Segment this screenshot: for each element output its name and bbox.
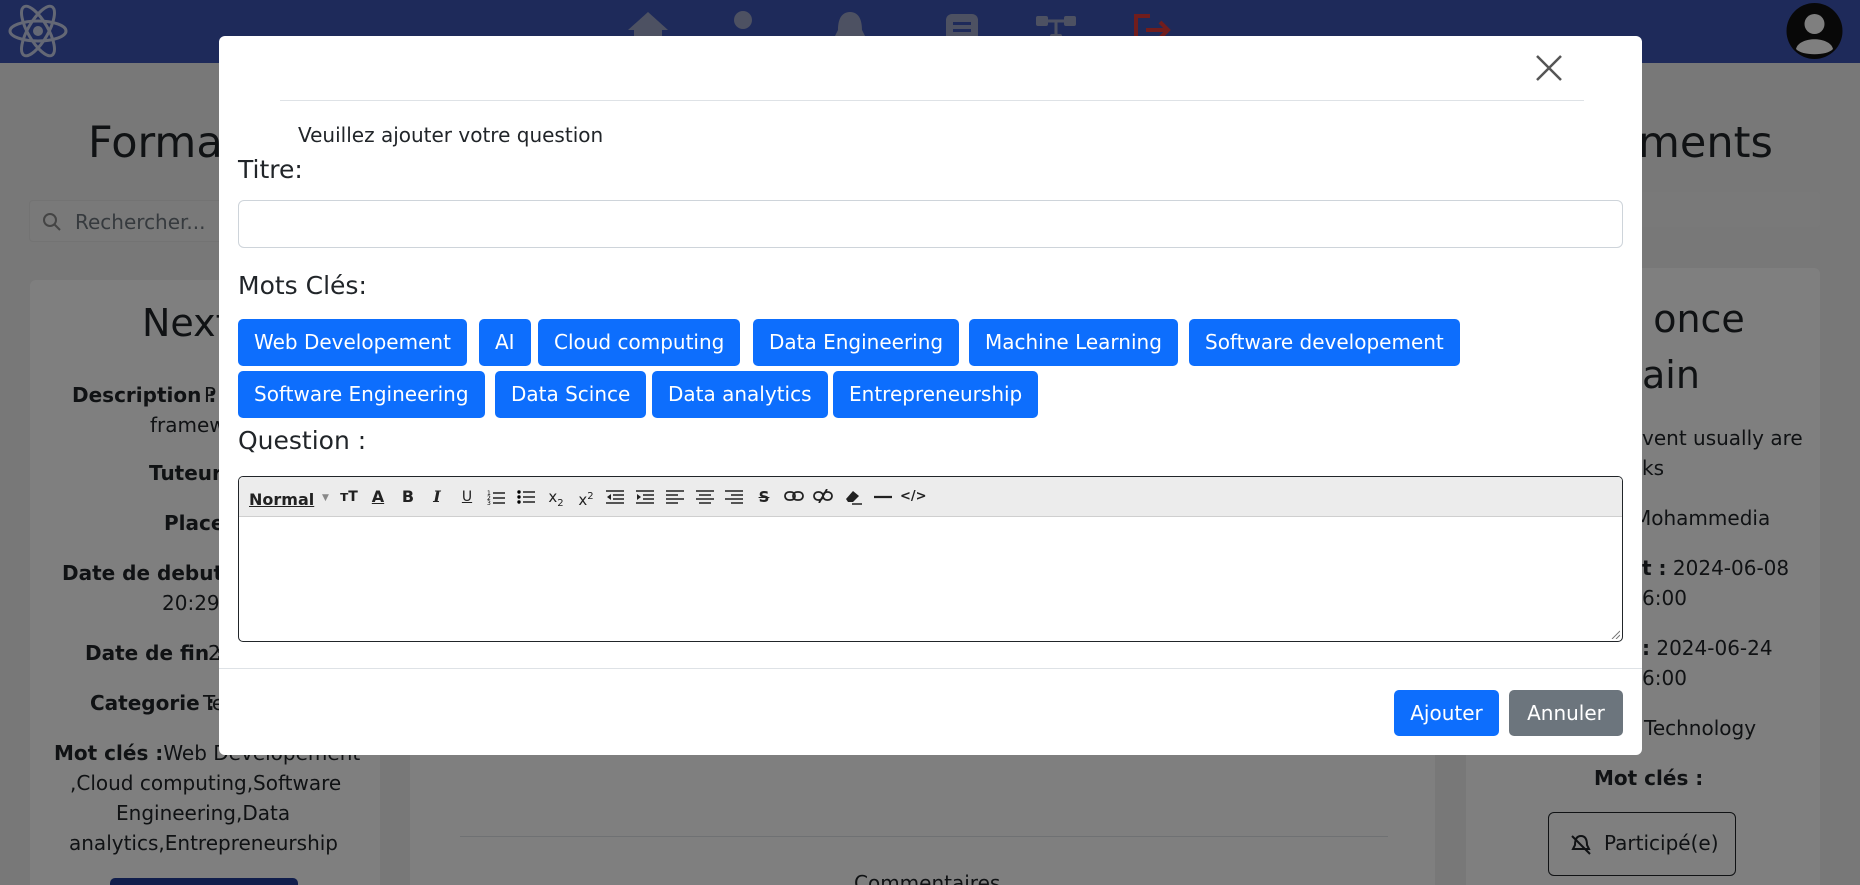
ajouter-button[interactable]: Ajouter xyxy=(1394,690,1499,736)
font-color-icon[interactable]: A xyxy=(366,486,390,508)
modal-footer-divider xyxy=(219,668,1642,669)
italic-icon[interactable]: I xyxy=(425,486,449,508)
format-select[interactable]: Normal xyxy=(249,490,314,509)
editor-toolbar: Normal ▼ тT A B I U 123 x2 x2 S </> xyxy=(239,477,1622,517)
titre-label: Titre: xyxy=(238,155,303,184)
underline-icon[interactable]: U xyxy=(455,486,479,508)
eraser-icon[interactable] xyxy=(841,486,865,508)
bold-icon[interactable]: B xyxy=(396,486,420,508)
superscript-icon[interactable]: x2 xyxy=(574,486,598,509)
tag-data-analytics[interactable]: Data analytics xyxy=(652,371,828,418)
close-icon[interactable] xyxy=(1534,53,1564,83)
unlink-icon[interactable] xyxy=(811,486,835,508)
outdent-icon[interactable] xyxy=(603,486,627,508)
code-icon[interactable]: </> xyxy=(900,486,927,508)
tag-machine-learning[interactable]: Machine Learning xyxy=(969,319,1178,366)
editor-content[interactable] xyxy=(239,517,1622,641)
link-icon[interactable] xyxy=(782,486,806,508)
modal-header-divider xyxy=(280,100,1584,101)
bullet-list-icon[interactable] xyxy=(514,486,538,508)
tag-entrepreneurship[interactable]: Entrepreneurship xyxy=(833,371,1039,418)
question-label: Question : xyxy=(238,426,367,455)
tag-data-scince[interactable]: Data Scince xyxy=(495,371,647,418)
strikethrough-icon[interactable]: S xyxy=(752,486,776,508)
tag-software-developement[interactable]: Software developement xyxy=(1189,319,1460,366)
mots-cles-label: Mots Clés: xyxy=(238,271,367,300)
resize-handle-icon[interactable] xyxy=(1610,629,1620,639)
align-center-icon[interactable] xyxy=(693,486,717,508)
modal-prompt: Veuillez ajouter votre question xyxy=(298,123,604,147)
question-editor: Normal ▼ тT A B I U 123 x2 x2 S </> xyxy=(238,476,1623,642)
align-right-icon[interactable] xyxy=(722,486,746,508)
indent-icon[interactable] xyxy=(633,486,657,508)
chevron-down-icon[interactable]: ▼ xyxy=(322,493,329,503)
subscript-icon[interactable]: x2 xyxy=(544,486,568,509)
annuler-button[interactable]: Annuler xyxy=(1509,690,1623,736)
align-left-icon[interactable] xyxy=(663,486,687,508)
tag-cloud-computing[interactable]: Cloud computing xyxy=(538,319,741,366)
tag-web-developement[interactable]: Web Developement xyxy=(238,319,467,366)
tag-software-engineering[interactable]: Software Engineering xyxy=(238,371,485,418)
tag-ai[interactable]: AI xyxy=(479,319,531,366)
horizontal-rule-icon[interactable] xyxy=(871,486,895,508)
tag-data-engineering[interactable]: Data Engineering xyxy=(753,319,960,366)
ordered-list-icon[interactable]: 123 xyxy=(484,486,508,508)
font-size-icon[interactable]: тT xyxy=(337,486,361,508)
titre-input[interactable] xyxy=(238,200,1623,248)
svg-text:3: 3 xyxy=(487,500,491,505)
